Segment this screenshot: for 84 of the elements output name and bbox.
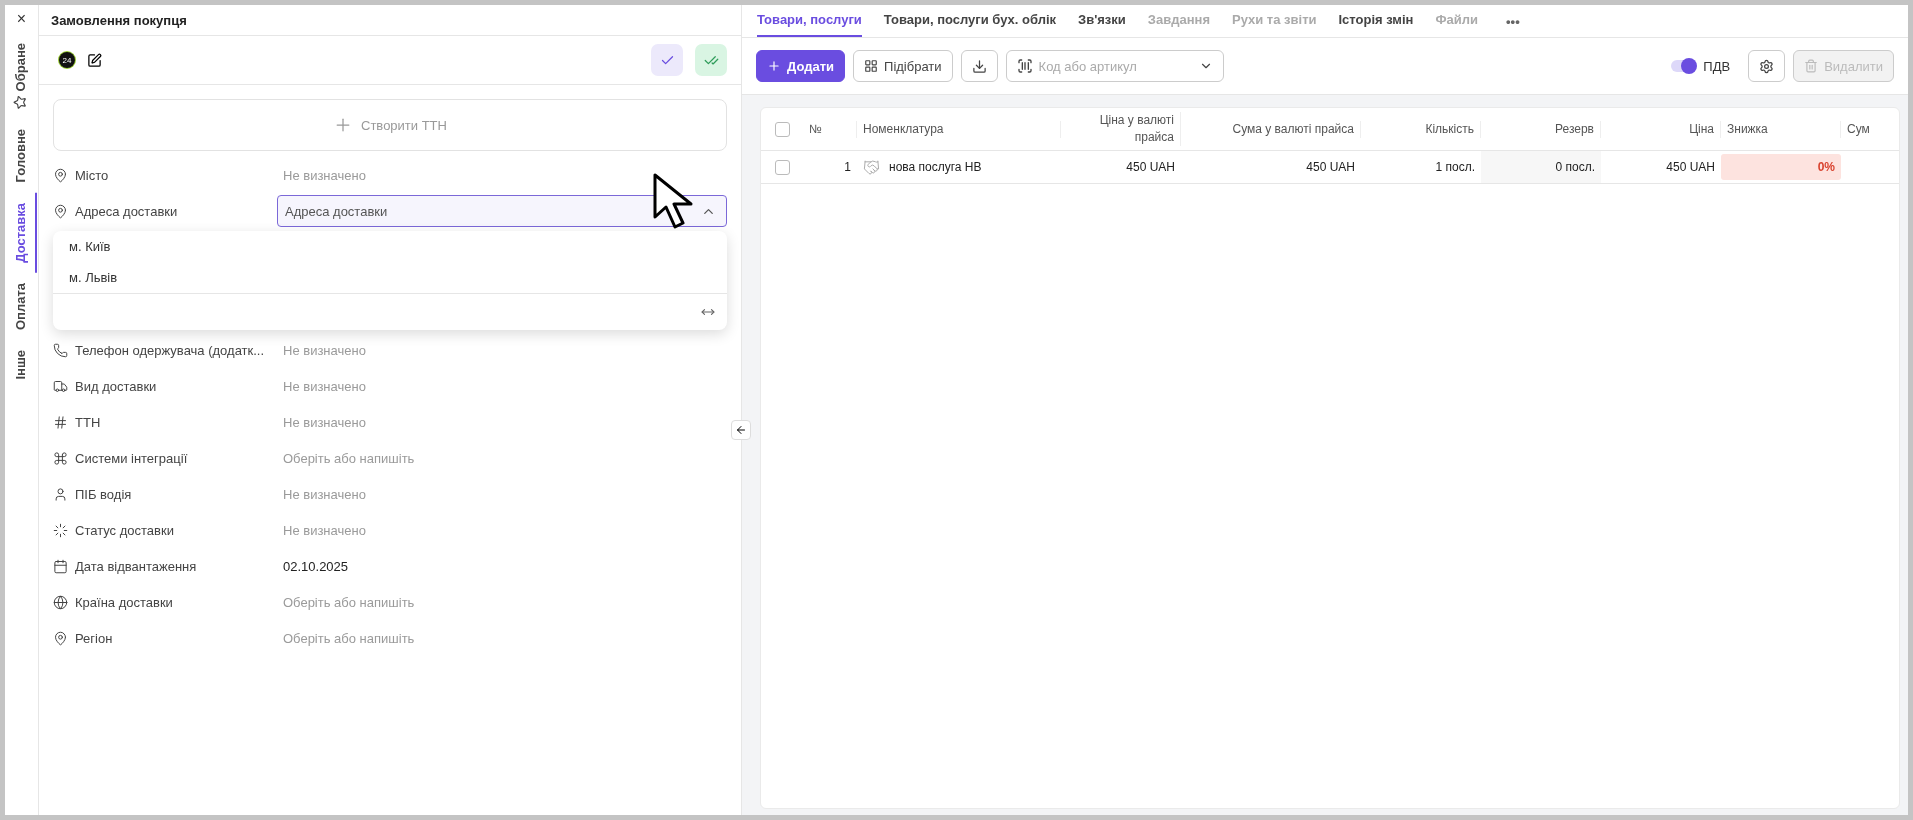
- settings-button[interactable]: [1748, 50, 1786, 82]
- field-value[interactable]: 02.10.2025: [277, 558, 727, 574]
- select-field[interactable]: Адреса доставки: [277, 195, 727, 227]
- arrow-left-icon: [735, 424, 747, 436]
- table-cell-text: 1 посл.: [1434, 159, 1476, 176]
- tab[interactable]: Зв'язки: [1078, 5, 1126, 37]
- tab[interactable]: Товари, послуги бух. облік: [883, 5, 1057, 37]
- column-header: Сум: [1841, 120, 1899, 138]
- field-placeholder[interactable]: Не визначено: [277, 522, 727, 538]
- trash-icon: [1804, 59, 1819, 73]
- counter-badge: 24: [59, 52, 75, 68]
- dropdown-option[interactable]: м. Львів: [53, 262, 727, 293]
- table-cell-text: 450 UAH: [1665, 159, 1716, 176]
- field-label: Адреса доставки: [75, 203, 178, 219]
- star-icon: [13, 95, 28, 110]
- field-label: ПІБ водія: [75, 486, 132, 502]
- collapse-button[interactable]: [731, 420, 751, 440]
- field-label: Вид доставки: [75, 378, 157, 394]
- table-cell-text: 450 UAH: [1125, 159, 1176, 176]
- field-placeholder[interactable]: Не визначено: [277, 486, 727, 502]
- close-button[interactable]: ×: [16, 5, 27, 33]
- column-header: Резерв: [1481, 120, 1601, 138]
- side-tab[interactable]: Доставка: [6, 192, 37, 273]
- handshake-icon: [863, 158, 880, 176]
- field-label: Країна доставки: [75, 594, 173, 610]
- pick-button[interactable]: Підібрати: [853, 50, 953, 82]
- column-header: Сума у валюті прайса: [1181, 120, 1361, 138]
- phone-icon: [53, 342, 68, 358]
- barcode-icon: [1016, 58, 1033, 74]
- window-title: Замовлення покупця: [51, 12, 187, 28]
- grid-icon: [864, 59, 879, 73]
- calendar-icon: [53, 558, 68, 574]
- discount-cell: 0%: [1721, 154, 1841, 180]
- tab[interactable]: Історія змін: [1338, 5, 1414, 37]
- create-button[interactable]: Створити ТТН: [53, 99, 727, 151]
- command-icon: [53, 450, 68, 466]
- table-cell: 0 посл.: [1481, 151, 1601, 183]
- loader-icon: [53, 522, 68, 538]
- field-label: Телефон одержувача (додатк...: [75, 342, 265, 358]
- pin-icon: [53, 203, 68, 219]
- dropdown-option[interactable]: м. Київ: [53, 231, 727, 262]
- column-header: Номенклатура: [857, 120, 1061, 138]
- column-header: Ціна у валюті прайса: [1061, 112, 1181, 146]
- pin-icon: [53, 630, 68, 646]
- field-placeholder[interactable]: Не визначено: [277, 167, 727, 183]
- field-placeholder[interactable]: Не визначено: [277, 414, 727, 430]
- download-button[interactable]: [960, 50, 998, 82]
- side-tab[interactable]: Обране: [6, 33, 37, 120]
- column-header: №: [803, 120, 857, 138]
- user-icon: [53, 486, 68, 502]
- field-placeholder[interactable]: Не визначено: [277, 342, 727, 358]
- checkbox[interactable]: [774, 159, 790, 175]
- edit-icon[interactable]: [87, 52, 102, 68]
- table-cell-text: 1: [843, 159, 852, 176]
- field-label: Регіон: [75, 630, 113, 646]
- switch-label: ПДВ: [1703, 58, 1731, 74]
- globe-icon: [53, 594, 68, 610]
- plus-icon: [767, 59, 781, 73]
- field-label: Системи інтеграції: [75, 450, 188, 466]
- field-placeholder[interactable]: Оберіть або напишіть: [277, 594, 727, 610]
- column-header: Знижка: [1721, 120, 1841, 138]
- settings-icon: [1759, 58, 1775, 74]
- field-placeholder[interactable]: Оберіть або напишіть: [277, 450, 727, 466]
- field-placeholder[interactable]: Оберіть або напишіть: [277, 630, 727, 646]
- column-header: Кількість: [1361, 120, 1481, 138]
- hash-icon: [53, 414, 68, 430]
- table-cell: нова послуга НВ: [857, 151, 1061, 183]
- field-label: Місто: [75, 167, 109, 183]
- field-placeholder[interactable]: Не визначено: [277, 378, 727, 394]
- add-button[interactable]: Додати: [756, 50, 846, 82]
- vat-switch[interactable]: [1671, 60, 1696, 72]
- field-label: Дата відвантаження: [75, 558, 197, 574]
- side-tab[interactable]: Оплата: [6, 272, 37, 340]
- more-button[interactable]: •••: [1500, 5, 1526, 37]
- download-icon: [971, 58, 987, 74]
- side-tab[interactable]: Інше: [6, 339, 37, 390]
- column-header: Ціна: [1601, 120, 1721, 138]
- pin-icon: [53, 167, 68, 183]
- field-label: Статус доставки: [75, 522, 174, 538]
- table-cell-text: 450 UAH: [1305, 159, 1356, 176]
- checkbox[interactable]: [774, 121, 790, 137]
- truck-icon: [53, 378, 68, 394]
- side-tab[interactable]: Головне: [6, 119, 37, 193]
- field-label: ТТН: [75, 414, 101, 430]
